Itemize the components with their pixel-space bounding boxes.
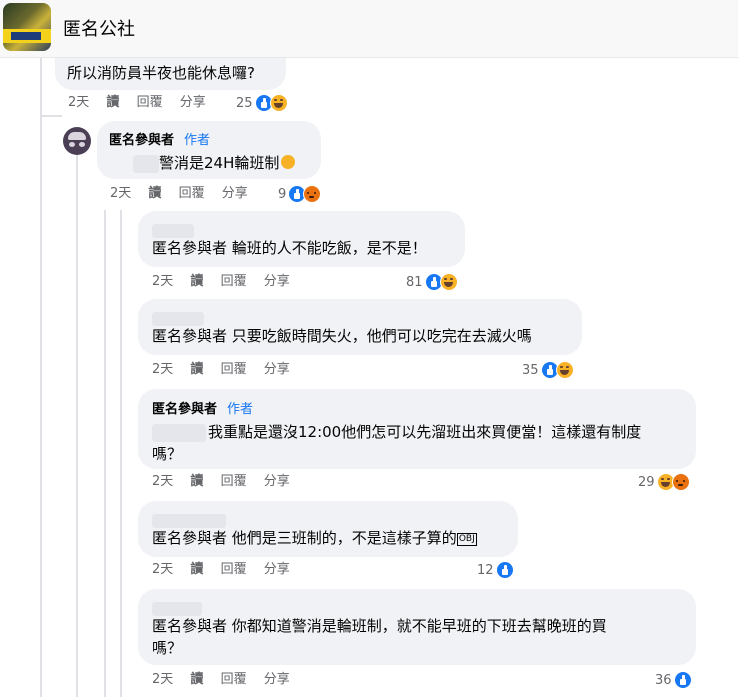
read-button[interactable]: 讀: [190, 671, 203, 689]
comment-time[interactable]: 2天: [152, 671, 173, 689]
redacted-name: [152, 513, 226, 528]
reply-button[interactable]: 回覆: [221, 561, 247, 579]
share-button[interactable]: 分享: [264, 671, 290, 689]
angry-icon: [671, 473, 690, 491]
share-button[interactable]: 分享: [264, 361, 290, 379]
mention-link[interactable]: 匿名參與者: [152, 239, 227, 257]
commenter-name[interactable]: 匿名參與者: [152, 402, 217, 417]
reaction-count: 36: [655, 672, 672, 688]
comment-actions: 2天 讀 回覆 分享: [110, 185, 261, 203]
comment-time[interactable]: 2天: [110, 185, 131, 203]
thread-line: [40, 58, 42, 697]
reply-button[interactable]: 回覆: [221, 473, 247, 491]
thread-line: [104, 210, 106, 697]
comment-text: 輪班的人不能吃飯，是不是！: [231, 239, 427, 257]
read-button[interactable]: 讀: [190, 561, 203, 579]
thread-line: [76, 155, 78, 697]
haha-icon: [269, 94, 288, 112]
comment-actions: 2天 讀 回覆 分享: [152, 561, 303, 579]
comment-text-cont: 嗎？: [152, 639, 183, 657]
reaction-count: 29: [638, 474, 655, 490]
comment-time[interactable]: 2天: [68, 94, 89, 112]
thread-line: [120, 210, 122, 697]
comment-time[interactable]: 2天: [152, 561, 173, 579]
reply-button[interactable]: 回覆: [179, 185, 205, 203]
comment-text: 你都知道警消是輪班制，就不能早班的下班去幫晚班的買: [231, 617, 607, 635]
reaction-count: 12: [477, 562, 494, 578]
share-button[interactable]: 分享: [264, 473, 290, 491]
comment-text: 我重點是還沒12:00他們怎可以先溜班出來買便當！這樣還有制度: [208, 423, 642, 441]
reaction-count: 9: [278, 186, 287, 202]
reply-bubble: 匿名參與者 他們是三班制的，不是這樣子算的 OBJ: [138, 501, 518, 557]
reaction-summary[interactable]: 25: [236, 93, 288, 113]
group-avatar[interactable]: [3, 3, 51, 51]
comment-text: 警消是24H輪班制: [159, 154, 280, 172]
comment-text: 所以消防員半夜也能休息囉?: [67, 64, 255, 82]
reaction-summary[interactable]: 29: [638, 472, 690, 492]
mention-link[interactable]: 匿名參與者: [152, 529, 227, 547]
group-header: 匿名公社: [0, 0, 738, 58]
redacted-mention: [152, 423, 206, 442]
comment-time[interactable]: 2天: [152, 473, 173, 491]
reaction-summary[interactable]: 9: [278, 184, 322, 204]
comment-bubble: 所以消防員半夜也能休息囉?: [55, 58, 286, 90]
reaction-summary[interactable]: 36: [655, 670, 692, 690]
like-icon: [495, 561, 514, 579]
read-button[interactable]: 讀: [190, 361, 203, 379]
comment-text: 只要吃飯時間失火，他們可以吃完在去滅火嗎: [231, 327, 532, 345]
haha-icon: [555, 361, 574, 379]
like-icon: [673, 671, 692, 689]
reply-button[interactable]: 回覆: [137, 94, 163, 112]
reaction-count: 81: [406, 274, 423, 290]
read-button[interactable]: 讀: [106, 94, 119, 112]
angry-icon: [303, 185, 322, 203]
comment-actions: 2天 讀 回覆 分享: [152, 473, 303, 491]
reaction-summary[interactable]: 81: [406, 272, 458, 292]
reply-bubble: 匿名參與者 只要吃飯時間失火，他們可以吃完在去滅火嗎: [138, 299, 582, 355]
mention-link[interactable]: 匿名參與者: [152, 617, 227, 635]
share-button[interactable]: 分享: [180, 94, 206, 112]
reply-button[interactable]: 回覆: [221, 361, 247, 379]
redacted-name: [152, 223, 194, 238]
reply-button[interactable]: 回覆: [221, 273, 247, 291]
object-glyph: OBJ: [456, 533, 477, 546]
comment-time[interactable]: 2天: [152, 273, 173, 291]
redacted-mention: [133, 154, 159, 173]
commenter-name[interactable]: 匿名參與者: [109, 133, 174, 148]
comment-actions: 2天 讀 回覆 分享: [68, 94, 219, 112]
comment-actions: 2天 讀 回覆 分享: [152, 361, 303, 379]
mention-link[interactable]: 匿名參與者: [152, 327, 227, 345]
group-name[interactable]: 匿名公社: [63, 15, 135, 41]
anonymous-avatar[interactable]: [63, 127, 91, 155]
reaction-summary[interactable]: 12: [477, 560, 514, 580]
read-button[interactable]: 讀: [190, 273, 203, 291]
comment-text: 他們是三班制的，不是這樣子算的: [231, 529, 457, 547]
emoji-icon: [281, 155, 296, 169]
reply-bubble: 匿名參與者 輪班的人不能吃飯，是不是！: [138, 211, 465, 267]
share-button[interactable]: 分享: [222, 185, 248, 203]
comment-time[interactable]: 2天: [152, 361, 173, 379]
comment-bubble: 匿名參與者 作者 警消是24H輪班制: [97, 121, 321, 179]
reply-bubble: 匿名參與者 作者 我重點是還沒12:00他們怎可以先溜班出來買便當！這樣還有制度 …: [138, 389, 696, 469]
comment-actions: 2天 讀 回覆 分享: [152, 273, 303, 291]
comment-actions: 2天 讀 回覆 分享: [152, 671, 303, 689]
author-badge: 作者: [184, 133, 211, 148]
share-button[interactable]: 分享: [264, 273, 290, 291]
read-button[interactable]: 讀: [148, 185, 161, 203]
reply-bubble: 匿名參與者 你都知道警消是輪班制，就不能早班的下班去幫晚班的買 嗎？: [138, 589, 696, 665]
reaction-count: 35: [522, 362, 539, 378]
reaction-summary[interactable]: 35: [522, 360, 574, 380]
reply-button[interactable]: 回覆: [221, 671, 247, 689]
author-badge: 作者: [227, 402, 254, 417]
comment-text-cont: 嗎？: [152, 445, 183, 463]
haha-icon: [439, 273, 458, 291]
share-button[interactable]: 分享: [264, 561, 290, 579]
redacted-name: [152, 311, 204, 326]
thread-line: [40, 115, 62, 117]
reaction-count: 25: [236, 95, 253, 111]
redacted-name: [152, 601, 202, 616]
read-button[interactable]: 讀: [190, 473, 203, 491]
